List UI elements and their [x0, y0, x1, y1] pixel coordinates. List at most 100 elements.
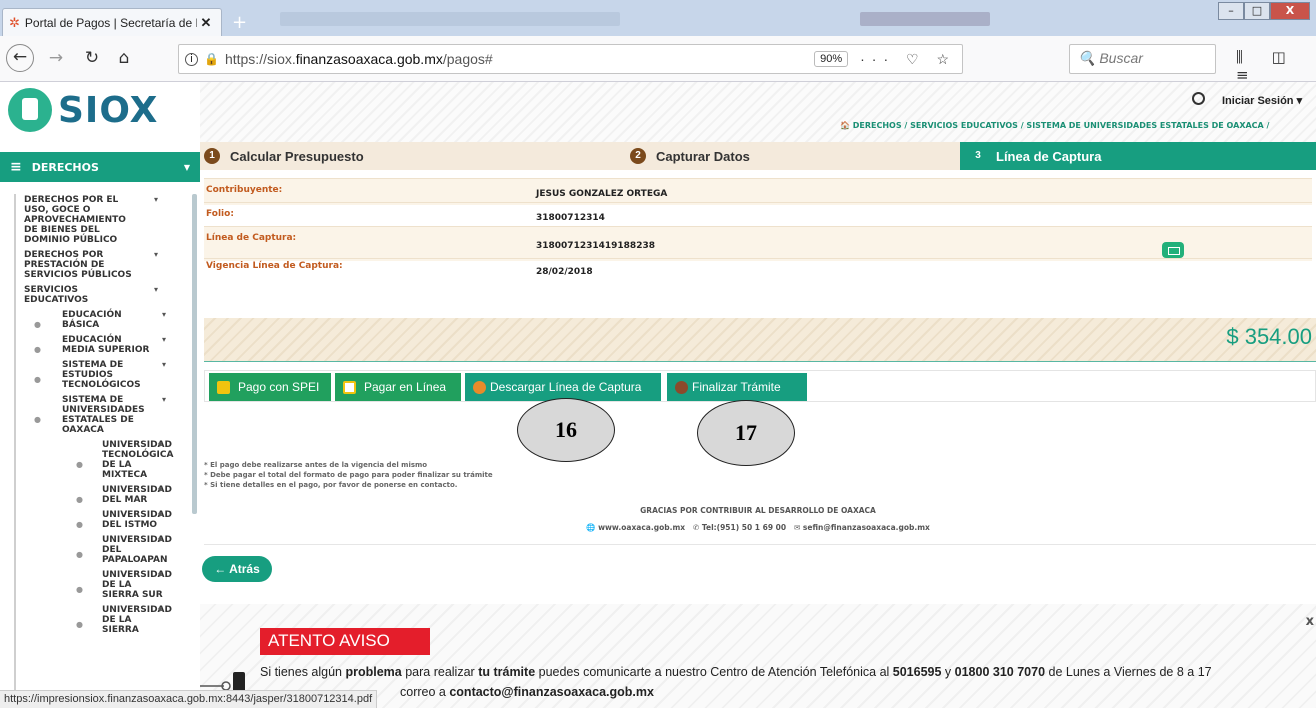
- home-icon[interactable]: ⌂: [110, 44, 138, 72]
- status-bar-url: https://impresionsiox.finanzasoaxaca.gob…: [0, 690, 378, 708]
- notice-text: Si tienes algún problema para realizar t…: [260, 665, 1212, 699]
- sidebar-tree-item[interactable]: ● SERVICIOS EDUCATIVOS ▾: [16, 284, 192, 306]
- search-input[interactable]: 🔍 Buscar: [1069, 44, 1216, 74]
- siox-logo[interactable]: SIOX: [8, 88, 158, 132]
- detail-label: Vigencia Línea de Captura:: [206, 261, 343, 271]
- info-icon[interactable]: i: [185, 52, 198, 66]
- sidebar-tree-item[interactable]: ● UNIVERSIDAD DEL PAPALOAPAN ▾: [16, 534, 192, 566]
- minimize-button[interactable]: –: [1218, 2, 1244, 20]
- sidebar-tree-label: UNIVERSIDAD DE LA SIERRA: [102, 605, 172, 635]
- finalizar-tramite-button[interactable]: Finalizar Trámite: [667, 373, 807, 401]
- detail-row-linea: Línea de Captura: 3180071231419188238: [204, 229, 1312, 259]
- detail-value: JESUS GONZALEZ ORTEGA: [536, 189, 668, 199]
- sidebar-tree-item[interactable]: ● EDUCACIÓN BÁSICA ▾: [16, 309, 192, 331]
- bullet-icon: ●: [34, 415, 41, 424]
- chevron-down-icon[interactable]: ▾: [158, 485, 162, 495]
- bullet-icon: ●: [76, 460, 83, 469]
- notice-email-link[interactable]: contacto@finanzasoaxaca.gob.mx: [449, 685, 654, 699]
- chevron-down-icon[interactable]: ▾: [162, 310, 166, 320]
- toolbar-icons[interactable]: ⫼ ◫ ≡: [1236, 48, 1316, 84]
- sidebar-tree-item[interactable]: ● UNIVERSIDAD DEL MAR ▾: [16, 484, 192, 506]
- breadcrumb[interactable]: 🏠 DERECHOS / SERVICIOS EDUCATIVOS / SIST…: [840, 121, 1269, 130]
- descargar-linea-button[interactable]: Descargar Línea de Captura: [465, 373, 661, 401]
- sidebar-tree-item[interactable]: ● UNIVERSIDAD TECNOLÓGICA DE LA MIXTECA ▾: [16, 439, 192, 481]
- url-bar[interactable]: i 🔒 https://siox.finanzasoaxaca.gob.mx/p…: [178, 44, 963, 74]
- note-line: * Si tiene detalles en el pago, por favo…: [204, 481, 458, 489]
- chevron-down-icon[interactable]: ▾: [158, 440, 162, 450]
- sidebar-tree-item[interactable]: ● DERECHOS POR EL USO, GOCE O APROVECHAMI…: [16, 194, 192, 246]
- sidebar-tree-item[interactable]: ● DERECHOS POR PRESTACIÓN DE SERVICIOS PÚ…: [16, 249, 192, 281]
- reload-icon[interactable]: ↻: [78, 44, 106, 72]
- sidebar-scrollbar[interactable]: [192, 194, 197, 514]
- sidebar-tree-label: UNIVERSIDAD DE LA SIERRA SUR: [102, 570, 172, 600]
- page-actions-icons[interactable]: ··· ♡ ☆: [860, 51, 956, 68]
- footer-web-link[interactable]: www.oaxaca.gob.mx: [598, 523, 685, 532]
- bullet-icon: ●: [34, 320, 41, 329]
- sidebar-tree-item[interactable]: ● UNIVERSIDAD DE LA SIERRA ▾: [16, 604, 192, 636]
- forward-arrow-icon[interactable]: →: [42, 44, 70, 72]
- payment-notes: * El pago debe realizarse antes de la vi…: [204, 460, 493, 490]
- background-tab[interactable]: [280, 12, 620, 26]
- bullet-icon: ●: [14, 295, 15, 305]
- chevron-down-icon[interactable]: ▾: [154, 195, 158, 205]
- step-number: 1: [204, 148, 220, 164]
- sidebar-tree-label: EDUCACIÓN MEDIA SUPERIOR: [62, 335, 150, 355]
- chevron-down-icon[interactable]: ▾: [162, 360, 166, 370]
- step-linea-de-captura[interactable]: 3 Línea de Captura: [960, 142, 1316, 170]
- chevron-down-icon[interactable]: ▾: [158, 510, 162, 520]
- total-bar: $ 354.00: [204, 318, 1316, 362]
- chevron-down-icon[interactable]: ▾: [158, 570, 162, 580]
- footer-divider: [204, 544, 1316, 545]
- bullet-icon: ●: [14, 220, 15, 230]
- back-button[interactable]: ← Atrás: [202, 556, 272, 582]
- pago-spei-button[interactable]: Pago con SPEI: [209, 373, 331, 401]
- sidebar-section-derechos[interactable]: ≡ DERECHOS ▼: [0, 152, 200, 182]
- sidebar-tree-label: SISTEMA DE ESTUDIOS TECNOLÓGICOS: [62, 360, 141, 390]
- maximize-button[interactable]: □: [1244, 2, 1270, 20]
- step-capturar-datos[interactable]: 2 Capturar Datos: [630, 142, 750, 170]
- annotation-marker-16: 16: [517, 398, 615, 462]
- chevron-down-icon[interactable]: ▾: [154, 285, 158, 295]
- sidebar-tree-item[interactable]: ● SISTEMA DE UNIVERSIDADES ESTATALES DE O…: [16, 394, 192, 436]
- footer-email-link[interactable]: sefin@finanzasoaxaca.gob.mx: [803, 523, 930, 532]
- sidebar-tree-label: DERECHOS POR EL USO, GOCE O APROVECHAMIE…: [24, 195, 126, 245]
- window-controls: – □ X: [1218, 2, 1310, 20]
- sidebar-tree-item[interactable]: ● UNIVERSIDAD DEL ISTMO ▾: [16, 509, 192, 531]
- tab-close-icon[interactable]: ✕: [197, 15, 215, 31]
- new-tab-button[interactable]: +: [232, 12, 247, 33]
- finish-icon: [675, 380, 688, 394]
- login-menu[interactable]: Iniciar Sesión ▾: [1222, 94, 1302, 107]
- window-close-button[interactable]: X: [1270, 2, 1310, 20]
- sidebar-tree-item[interactable]: ● UNIVERSIDAD DE LA SIERRA SUR ▾: [16, 569, 192, 601]
- chevron-down-icon[interactable]: ▾: [162, 395, 166, 405]
- browser-tab-bar: ✲ Portal de Pagos | Secretaría de F ✕ + …: [0, 0, 1316, 36]
- pagar-en-linea-button[interactable]: Pagar en Línea: [335, 373, 461, 401]
- bullet-icon: ●: [76, 620, 83, 629]
- back-arrow-icon[interactable]: ←: [6, 44, 34, 72]
- sidebar-tree: ● DERECHOS POR EL USO, GOCE O APROVECHAMI…: [14, 194, 192, 708]
- sidebar-tree-item[interactable]: ● SISTEMA DE ESTUDIOS TECNOLÓGICOS ▾: [16, 359, 192, 391]
- sidebar-tree-label: EDUCACIÓN BÁSICA: [62, 310, 122, 330]
- step-label: Capturar Datos: [656, 148, 750, 164]
- phone-icon: ✆: [692, 523, 700, 532]
- logo-icon: [8, 88, 52, 132]
- sidebar-tree-item[interactable]: ● EDUCACIÓN MEDIA SUPERIOR ▾: [16, 334, 192, 356]
- chevron-down-icon[interactable]: ▾: [154, 250, 158, 260]
- browser-tab[interactable]: ✲ Portal de Pagos | Secretaría de F ✕: [2, 8, 222, 36]
- note-line: * El pago debe realizarse antes de la vi…: [204, 461, 428, 469]
- favicon-icon: ✲: [9, 14, 20, 30]
- copy-linea-button[interactable]: [1162, 242, 1184, 258]
- chevron-down-icon[interactable]: ▾: [162, 335, 166, 345]
- detail-value: 28/02/2018: [536, 267, 593, 277]
- user-icon[interactable]: [1192, 92, 1205, 105]
- zoom-level[interactable]: 90%: [814, 51, 849, 67]
- detail-label: Línea de Captura:: [206, 233, 297, 243]
- logo-text: SIOX: [58, 89, 159, 131]
- payment-details: Contribuyente: JESUS GONZALEZ ORTEGA Fol…: [204, 178, 1312, 315]
- notice-close-icon[interactable]: x: [1306, 614, 1314, 629]
- chevron-down-icon[interactable]: ▾: [158, 605, 162, 615]
- background-tab[interactable]: [860, 12, 990, 26]
- bullet-icon: ●: [34, 345, 41, 354]
- chevron-down-icon[interactable]: ▾: [158, 535, 162, 545]
- step-calcular-presupuesto[interactable]: 1 Calcular Presupuesto: [204, 142, 364, 170]
